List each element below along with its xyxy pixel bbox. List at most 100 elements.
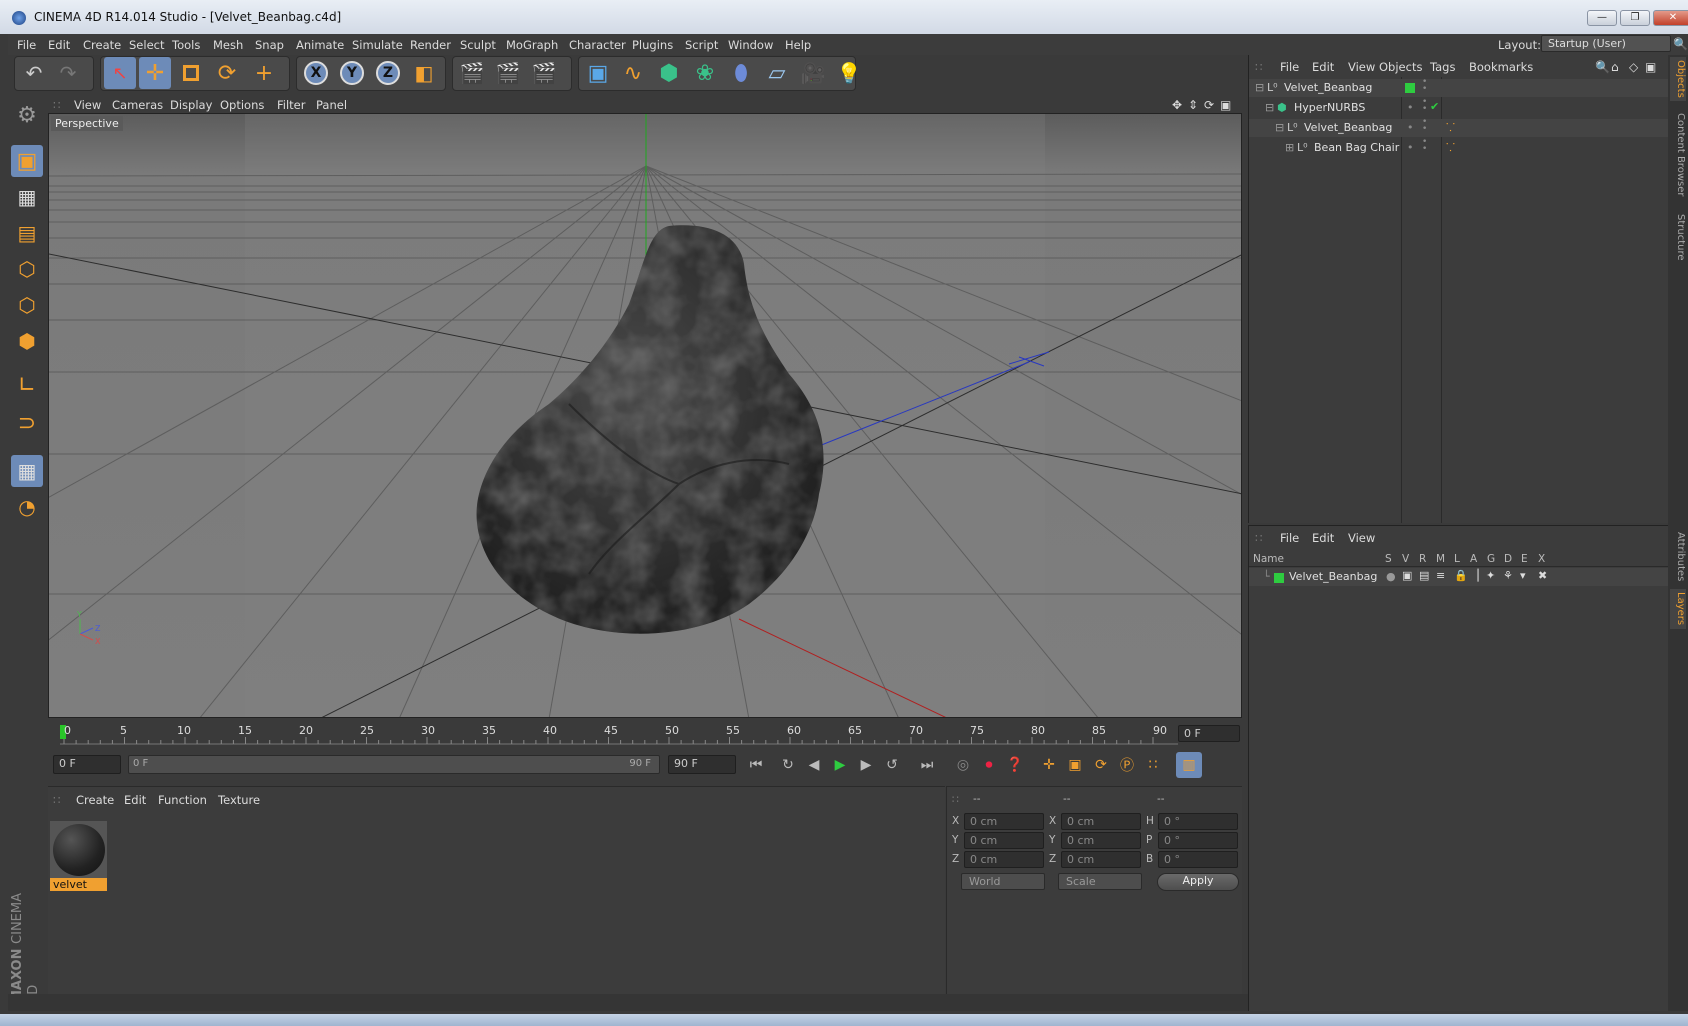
material-swatch[interactable]: velvet xyxy=(50,821,107,891)
workplane-lock-icon[interactable]: ▦ xyxy=(11,455,43,487)
y-axis-lock-icon[interactable]: Y xyxy=(336,57,368,89)
render-settings-icon[interactable]: 🎬 xyxy=(528,57,560,89)
undo-icon[interactable]: ↶ xyxy=(18,57,50,89)
menu-simulate[interactable]: Simulate xyxy=(352,38,403,52)
rotation-h-field[interactable]: 0 ° xyxy=(1158,813,1238,830)
prev-frame-icon[interactable]: ◀ xyxy=(801,752,827,778)
floor-icon[interactable]: ▱ xyxy=(761,57,793,89)
points-mode-icon[interactable]: ⬡ xyxy=(11,253,43,285)
menu-mograph[interactable]: MoGraph xyxy=(506,38,558,52)
maximize-button[interactable]: ❐ xyxy=(1620,10,1650,26)
size-z-field[interactable]: 0 cm xyxy=(1061,851,1141,868)
menu-script[interactable]: Script xyxy=(685,38,718,52)
visibility-dots-icon[interactable]: • • xyxy=(1422,118,1427,134)
frame-range-slider[interactable]: 0 F 90 F xyxy=(128,755,660,774)
viewport-menu-options[interactable]: Options xyxy=(220,98,264,112)
expressions-icon[interactable]: ▾ xyxy=(1520,569,1526,582)
viewport-zoom-icon[interactable]: ⇕ xyxy=(1188,98,1198,112)
menu-window[interactable]: Window xyxy=(728,38,773,52)
next-frame-icon[interactable]: ▶ xyxy=(853,752,879,778)
rotate-tool-icon[interactable]: ⟳ xyxy=(211,57,243,89)
tag-icon[interactable]: ⸪ xyxy=(1446,140,1455,155)
viewport-toggle-icon[interactable]: ▣ xyxy=(1220,98,1231,112)
material-menu-create[interactable]: Create xyxy=(76,793,114,807)
object-row[interactable]: ⊟ L⁰ Velvet_Beanbag • • xyxy=(1249,78,1669,97)
object-search-icon[interactable]: 🔍 xyxy=(1595,60,1610,74)
solo-icon[interactable]: ● xyxy=(1386,570,1396,583)
status-dot-icon[interactable]: • xyxy=(1407,121,1414,134)
rotation-p-field[interactable]: 0 ° xyxy=(1158,832,1238,849)
viewport-menu-panel[interactable]: Panel xyxy=(316,98,347,112)
menu-help[interactable]: Help xyxy=(785,38,811,52)
edges-mode-icon[interactable]: ⬡ xyxy=(11,289,43,321)
layer-color-swatch[interactable] xyxy=(1274,573,1284,583)
viewport-move-icon[interactable]: ✥ xyxy=(1172,98,1182,112)
coordinate-system-icon[interactable]: ◧ xyxy=(408,57,440,89)
light-icon[interactable]: 💡 xyxy=(833,57,865,89)
position-x-field[interactable]: 0 cm xyxy=(964,813,1044,830)
animation-icon[interactable]: ▕ xyxy=(1470,569,1478,582)
perspective-viewport[interactable]: Y Z X Perspective xyxy=(48,113,1242,718)
next-key-icon[interactable]: ↺ xyxy=(879,752,905,778)
key-scale-icon[interactable]: ▣ xyxy=(1062,752,1088,778)
xref-icon[interactable]: ✖ xyxy=(1538,569,1547,582)
menu-mesh[interactable]: Mesh xyxy=(213,38,243,52)
move-tool-icon[interactable]: ✛ xyxy=(139,57,171,89)
autokey-icon[interactable]: ❓ xyxy=(1002,752,1028,778)
locked-workplane-icon[interactable]: ◔ xyxy=(11,491,43,523)
object-menu-objects[interactable]: Objects xyxy=(1379,60,1422,74)
timeline-ruler[interactable]: 0 5 10 15 20 25 30 35 40 45 50 55 60 65 … xyxy=(48,722,1242,750)
recent-tool-icon[interactable]: + xyxy=(248,57,280,89)
visibility-dots-icon[interactable]: • • xyxy=(1422,138,1427,154)
z-axis-lock-icon[interactable]: Z xyxy=(372,57,404,89)
cube-primitive-icon[interactable]: ▣ xyxy=(582,57,614,89)
workplane-mode-icon[interactable]: ▤ xyxy=(11,217,43,249)
deformers-icon[interactable]: ⚘ xyxy=(1503,569,1513,582)
key-pla-icon[interactable]: ∷ xyxy=(1140,752,1166,778)
rotation-b-field[interactable]: 0 ° xyxy=(1158,851,1238,868)
render-view-icon[interactable]: 🎬 xyxy=(456,57,488,89)
layer-color-swatch[interactable] xyxy=(1405,83,1415,93)
menu-sculpt[interactable]: Sculpt xyxy=(460,38,496,52)
tab-attributes[interactable]: Attributes xyxy=(1670,529,1686,585)
viewport-menu-view[interactable]: View xyxy=(74,98,101,112)
motion-record-icon[interactable]: ◎ xyxy=(950,752,976,778)
tab-layers[interactable]: Layers xyxy=(1670,589,1686,629)
live-selection-icon[interactable]: ↖ xyxy=(104,57,136,89)
prev-key-icon[interactable]: ↻ xyxy=(775,752,801,778)
texture-mode-icon[interactable]: ▦ xyxy=(11,181,43,213)
model-mode-icon[interactable]: ▣ xyxy=(11,145,43,177)
menu-create[interactable]: Create xyxy=(83,38,121,52)
position-z-field[interactable]: 0 cm xyxy=(964,851,1044,868)
goto-start-icon[interactable]: ⏮ xyxy=(743,752,769,778)
viewport-rotate-icon[interactable]: ⟳ xyxy=(1204,98,1214,112)
menu-render[interactable]: Render xyxy=(410,38,451,52)
current-frame-field[interactable]: 0 F xyxy=(1178,725,1240,742)
menu-file[interactable]: File xyxy=(17,38,36,52)
menu-snap[interactable]: Snap xyxy=(255,38,284,52)
scale-tool-icon[interactable] xyxy=(175,57,207,89)
key-parameter-icon[interactable]: Ⓟ xyxy=(1114,752,1140,778)
viewport-menu-cameras[interactable]: Cameras xyxy=(112,98,163,112)
tab-content-browser[interactable]: Content Browser xyxy=(1670,107,1686,203)
apply-button[interactable]: Apply xyxy=(1157,873,1239,891)
spline-pen-icon[interactable]: ∿ xyxy=(617,57,649,89)
size-x-field[interactable]: 0 cm xyxy=(1061,813,1141,830)
object-row[interactable]: ⊟ ⬢ HyperNURBS • • • ✔ xyxy=(1249,98,1669,117)
deformer-icon[interactable]: ⬮ xyxy=(725,57,757,89)
visibility-dots-icon[interactable]: • • xyxy=(1422,78,1427,94)
axis-mode-icon[interactable]: ∟ xyxy=(11,369,43,401)
tab-structure[interactable]: Structure xyxy=(1670,207,1686,267)
generators-icon[interactable]: ✦ xyxy=(1486,569,1495,582)
menu-plugins[interactable]: Plugins xyxy=(632,38,673,52)
menu-character[interactable]: Character xyxy=(569,38,626,52)
view-visibility-icon[interactable]: ▣ xyxy=(1402,569,1412,582)
array-icon[interactable]: ❀ xyxy=(689,57,721,89)
viewport-menu-display[interactable]: Display xyxy=(170,98,212,112)
redo-icon[interactable]: ↷ xyxy=(52,57,84,89)
object-menu-view[interactable]: View xyxy=(1348,60,1375,74)
render-picture-viewer-icon[interactable]: 🎬 xyxy=(492,57,524,89)
layout-select[interactable]: Startup (User) xyxy=(1541,35,1671,52)
lock-icon[interactable]: 🔒 xyxy=(1454,569,1468,582)
polygons-mode-icon[interactable]: ⬢ xyxy=(11,325,43,357)
